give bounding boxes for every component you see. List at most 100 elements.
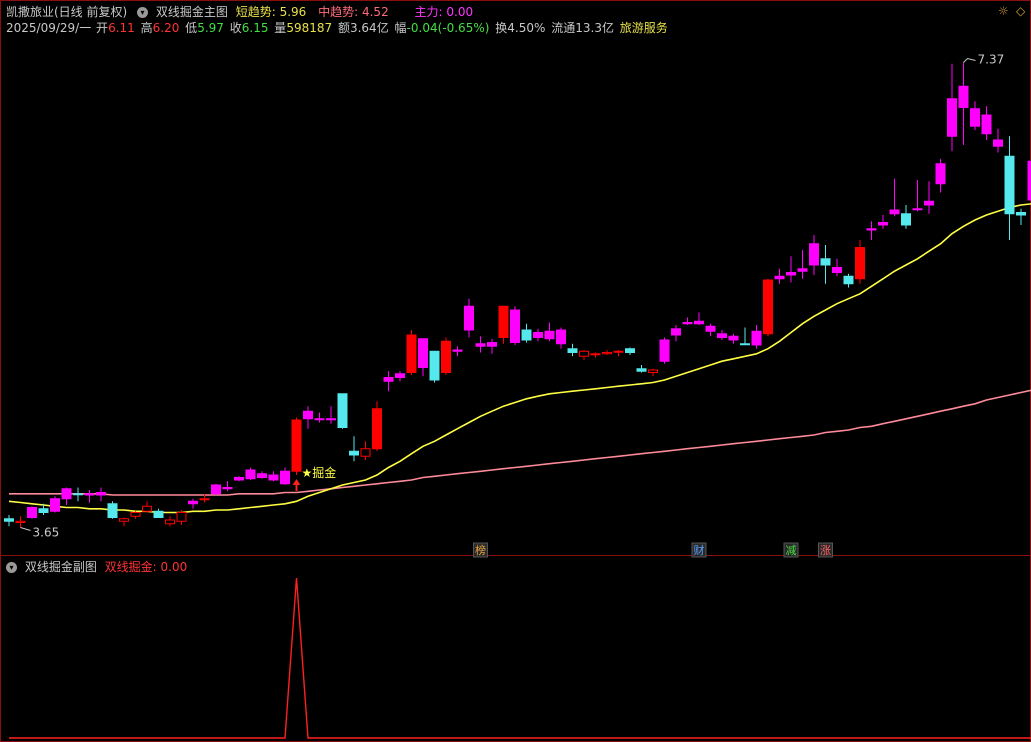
close-label: 收 (229, 21, 242, 35)
short-trend-label: 短趋势: (235, 5, 276, 19)
candle-body (947, 98, 957, 137)
candle-body (452, 349, 463, 352)
candle-body (337, 393, 348, 428)
candle-body (303, 410, 313, 420)
candle-body (705, 325, 716, 332)
candle-body (326, 418, 336, 421)
candle-body (866, 228, 877, 231)
sub-panel-title[interactable]: 双线掘金副图 (25, 560, 97, 574)
candle-body (912, 208, 923, 211)
event-marker-2: 减 (786, 544, 797, 557)
candle-body (211, 484, 221, 495)
signal-arrow-icon (292, 479, 301, 485)
open-value: 6.11 (108, 21, 135, 35)
candle-body (165, 519, 175, 525)
candle-body (521, 329, 532, 341)
candle-body (234, 477, 244, 481)
candle-body (96, 492, 106, 496)
candle-body (901, 213, 911, 226)
candle-body (84, 493, 95, 496)
quote-date: 2025/09/29/一 (6, 21, 92, 35)
candle-body (774, 275, 785, 280)
amount-label: 额 (337, 21, 350, 35)
stock-title[interactable]: 凯撒旅业(日线 前复权) (6, 5, 127, 19)
candle-body (4, 518, 14, 522)
mid-trend-label: 中趋势: (318, 5, 359, 19)
candle-body (694, 320, 704, 325)
candle-body (809, 243, 819, 266)
candle-body (245, 469, 256, 480)
candle-body (958, 85, 969, 108)
candle-body (648, 369, 658, 373)
candle-body (671, 328, 681, 336)
main-indicator-name[interactable]: 双线掘金主图 (156, 5, 228, 19)
candle-body (222, 487, 233, 490)
candle-body (498, 305, 509, 338)
candle-body (924, 200, 934, 206)
main-force-value: 0.00 (446, 5, 474, 19)
sector-label[interactable]: 旅游服务 (620, 21, 668, 35)
min-price-label: 3.65 (33, 526, 60, 540)
candle-body (613, 350, 624, 353)
amount-value: 3.64亿 (349, 21, 389, 35)
candle-body (268, 474, 279, 481)
kline-chart[interactable]: 7.37 3.65 ★掘金榜 财 减 涨 (0, 0, 1031, 742)
candle-body (820, 258, 831, 266)
candle-body (395, 373, 405, 378)
event-marker-1: 财 (694, 543, 705, 557)
candle-body (567, 348, 578, 353)
float-label: 流通 (551, 21, 576, 35)
low-label: 低 (185, 21, 198, 35)
mid-trend-value: 4.52 (361, 5, 389, 19)
candle-body (878, 222, 888, 226)
candle-body (360, 448, 371, 457)
candle-body (372, 408, 382, 450)
candle-body (429, 350, 440, 381)
candle-body (889, 209, 900, 215)
float-value: 13.3亿 (575, 21, 614, 35)
high-value: 6.20 (152, 21, 180, 35)
candle-body (579, 350, 589, 357)
candle-body (291, 419, 302, 472)
max-price-label: 7.37 (978, 53, 1005, 67)
candle-body (786, 272, 796, 276)
settings-sun-icon[interactable]: ☼ (998, 4, 1009, 18)
candle-body (993, 139, 1003, 147)
candle-body (855, 247, 865, 280)
main-header: 凯撒旅业(日线 前复权) ▾ 双线掘金主图 短趋势: 5.96 中趋势: 4.5… (6, 4, 477, 20)
signal-label: ★掘金 (302, 465, 337, 480)
turnover-value: 4.50% (507, 21, 546, 35)
candle-body (625, 348, 635, 353)
candle-body (280, 470, 290, 485)
signal-impulse-line (9, 577, 1031, 739)
candle-body (970, 108, 980, 127)
sub-header: ▾ 双线掘金副图 双线掘金: 0.00 (4, 559, 191, 575)
chart-frame (0, 0, 1031, 742)
change-value: -0.04(-0.65%) (406, 21, 490, 35)
candle-body (1004, 155, 1015, 215)
indicator-menu-icon[interactable]: ▾ (137, 7, 149, 18)
candle-body (636, 368, 647, 372)
candle-body (1016, 212, 1026, 216)
candle-body (107, 503, 118, 518)
candle-body (119, 518, 129, 522)
candle-body (843, 275, 854, 285)
main-force-label: 主力: (414, 5, 443, 19)
candle-body (533, 332, 543, 338)
candle-body (142, 505, 152, 512)
sub-indicator-menu-icon[interactable]: ▾ (6, 562, 17, 573)
candle-body (717, 333, 727, 338)
close-value: 6.15 (241, 21, 269, 35)
diamond-icon[interactable]: ◇ (1016, 4, 1025, 18)
candle-body (61, 488, 72, 500)
candle-body (188, 500, 198, 505)
candle-body (475, 343, 486, 347)
volume-value: 598187 (286, 21, 333, 35)
candle-body (740, 343, 750, 346)
candle-body (130, 512, 141, 517)
candle-body (349, 450, 359, 456)
candle-body (728, 335, 739, 341)
candle-body (590, 353, 601, 356)
candle-body (464, 305, 474, 331)
candle-body (797, 268, 808, 272)
